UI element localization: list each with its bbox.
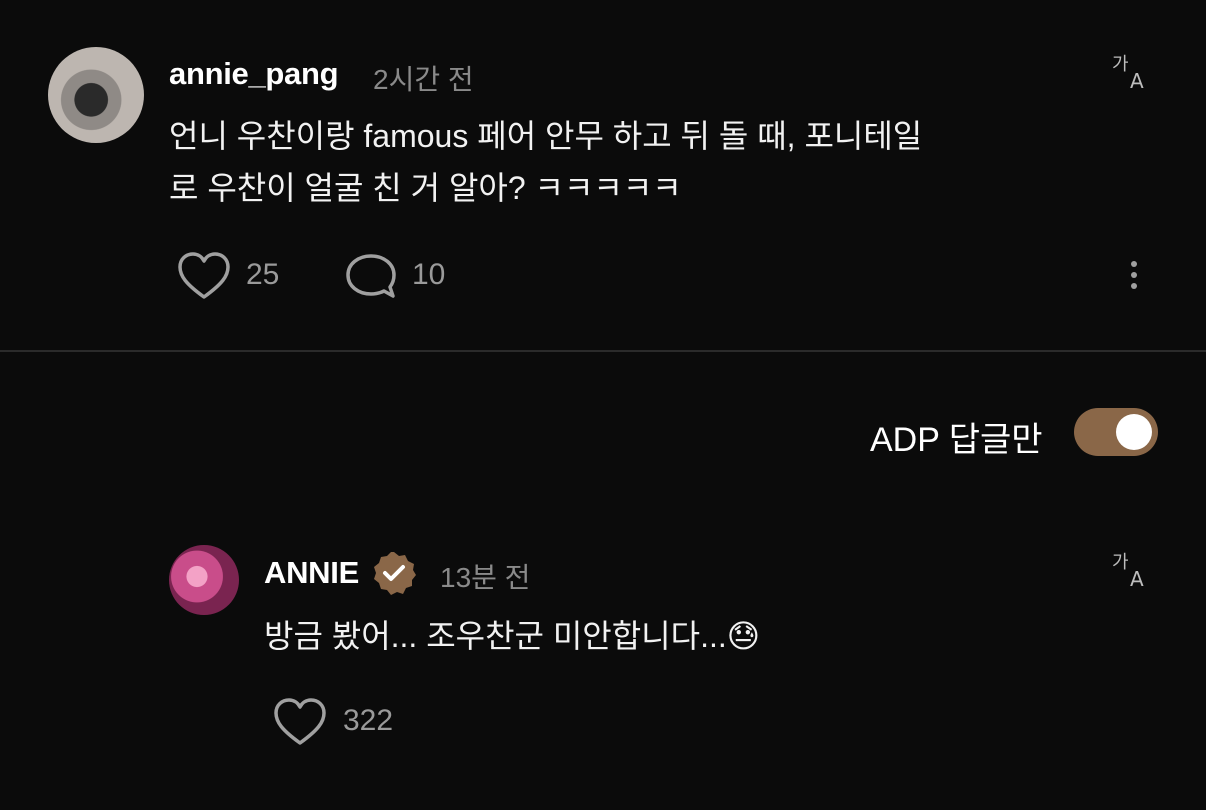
- like-button[interactable]: [272, 696, 328, 748]
- avatar[interactable]: [48, 47, 144, 143]
- avatar[interactable]: [169, 545, 239, 615]
- divider: [0, 350, 1206, 352]
- more-vertical-icon: [1131, 261, 1137, 289]
- adp-filter-toggle[interactable]: [1074, 408, 1158, 456]
- reply-text: 방금 봤어... 조우찬군 미안합니다...😓: [264, 618, 761, 654]
- svg-text:가: 가: [1112, 552, 1129, 573]
- adp-filter-label: ADP 답글만: [870, 421, 1043, 459]
- svg-text:가: 가: [1112, 54, 1129, 75]
- reply-button[interactable]: [343, 250, 399, 302]
- translate-icon[interactable]: 가 A: [1112, 52, 1156, 93]
- svg-text:A: A: [1130, 567, 1144, 590]
- svg-text:A: A: [1130, 69, 1144, 92]
- comment-text-line-2: 로 우찬이 얼굴 친 거 알아? ㅋㅋㅋㅋㅋ: [169, 170, 682, 206]
- comment-username[interactable]: annie_pang: [169, 56, 339, 92]
- reply-username[interactable]: ANNIE: [264, 555, 359, 591]
- like-count: 25: [246, 258, 280, 291]
- verified-badge-icon: [370, 549, 418, 597]
- toggle-knob: [1116, 414, 1152, 450]
- comment-bubble-icon: [346, 254, 396, 298]
- reply-time: 13분 전: [440, 562, 531, 593]
- heart-icon: [178, 252, 230, 299]
- comment-time: 2시간 전: [373, 64, 474, 95]
- reply-count: 10: [412, 258, 446, 291]
- translate-icon[interactable]: 가 A: [1112, 550, 1156, 591]
- reply-like-count: 322: [343, 704, 394, 737]
- more-options-button[interactable]: [1120, 258, 1148, 294]
- comment-text-line-1: 언니 우찬이랑 famous 페어 안무 하고 뒤 돌 때, 포니테일: [169, 118, 923, 154]
- like-button[interactable]: [176, 250, 232, 302]
- heart-icon: [274, 698, 326, 745]
